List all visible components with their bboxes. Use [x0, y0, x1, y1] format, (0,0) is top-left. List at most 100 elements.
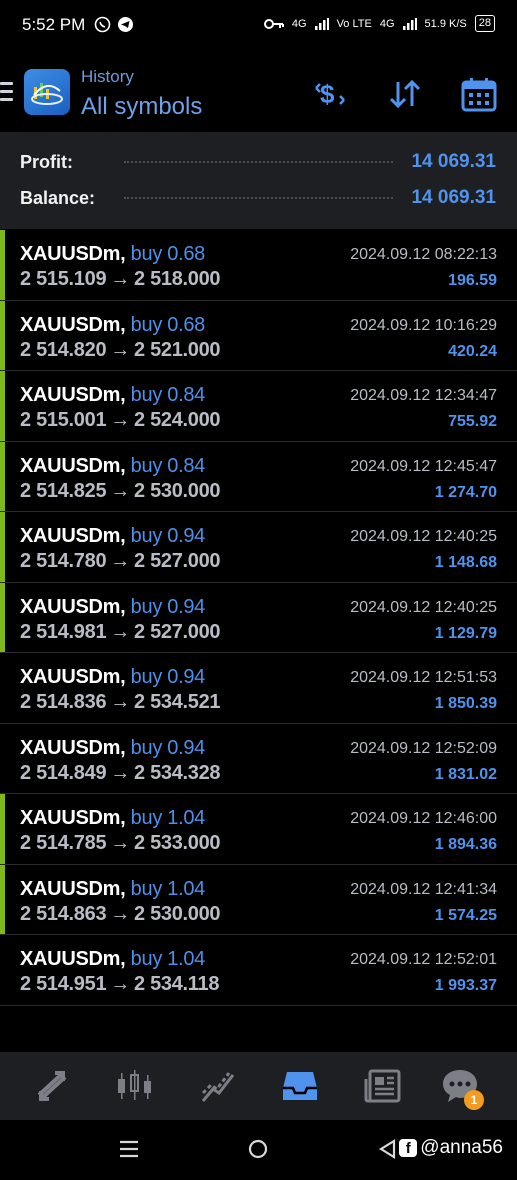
trade-row[interactable]: XAUUSDm, buy 0.68 2 515.109 → 2 518.000 2024… [0, 230, 517, 301]
trade-row[interactable]: XAUUSDm, buy 0.84 2 514.825 → 2 530.000 2024… [0, 441, 517, 512]
history-tab[interactable] [280, 1066, 320, 1106]
profit-dots [124, 161, 394, 163]
trade-symbol: XAUUSDm, [20, 384, 126, 406]
trade-side-volume: buy 0.94 [130, 666, 206, 688]
telegram-icon [118, 17, 133, 32]
recent-apps-button[interactable] [118, 1138, 140, 1165]
trade-tab[interactable] [198, 1066, 238, 1106]
price-arrow-icon: → [110, 620, 130, 643]
trade-profit: 1 850.39 [434, 695, 497, 712]
profit-label: Profit: [20, 151, 73, 172]
header-subtitle[interactable]: History [81, 67, 134, 87]
trade-side-volume: buy 0.84 [130, 454, 206, 477]
quotes-tab[interactable] [32, 1066, 72, 1106]
trade-close-price: 2 527.000 [133, 550, 221, 572]
trade-profit: 1 894.36 [434, 836, 497, 853]
price-arrow-icon: → [110, 973, 130, 995]
trade-time: 2024.09.12 08:22:13 [350, 246, 497, 263]
trade-icon [201, 1072, 235, 1102]
account-summary: Profit: 14 069.31 Balance: 14 069.31 [0, 132, 517, 229]
trade-prices: 2 514.849 → 2 534.328 [20, 761, 221, 785]
trade-time: 2024.09.12 12:41:34 [350, 880, 497, 898]
price-arrow-icon: → [110, 479, 130, 502]
trade-time: 2024.09.12 12:40:25 [350, 528, 497, 545]
svg-text:$: $ [320, 79, 335, 109]
watermark-handle: @anna56 [420, 1137, 503, 1158]
whatsapp-icon [94, 16, 111, 33]
trade-row[interactable]: XAUUSDm, buy 0.84 2 515.001 → 2 524.000 2024… [0, 371, 517, 442]
chat-tab[interactable]: 1 [440, 1066, 484, 1110]
trade-open-price: 2 514.780 [20, 550, 107, 572]
trade-close-price: 2 533.000 [133, 832, 221, 854]
trade-row[interactable]: XAUUSDm, buy 0.94 2 514.780 → 2 527.000 2024… [0, 512, 517, 583]
trade-row[interactable]: XAUUSDm, buy 0.94 2 514.836 → 2 534.521 2024… [0, 653, 517, 724]
trade-row[interactable]: XAUUSDm, buy 1.04 2 514.863 → 2 530.000 2024… [0, 864, 517, 935]
trade-close-price: 2 530.000 [133, 902, 221, 925]
trade-symbol: XAUUSDm, [20, 666, 126, 688]
trade-side-volume: buy 1.04 [130, 877, 206, 900]
trade-row[interactable]: XAUUSDm, buy 1.04 2 514.785 → 2 533.000 2024… [0, 794, 517, 865]
trade-close-price: 2 518.000 [133, 268, 221, 290]
trade-time: 2024.09.12 12:46:00 [350, 810, 497, 827]
trade-marker [0, 230, 5, 300]
system-navigation-bar: f @anna56 [0, 1120, 517, 1180]
trade-side-volume: buy 0.94 [130, 525, 206, 547]
trade-symbol: XAUUSDm, [20, 454, 126, 477]
trade-marker [0, 441, 5, 511]
trade-symbol: XAUUSDm, [20, 313, 126, 336]
price-arrow-icon: → [110, 409, 130, 431]
trade-close-price: 2 534.118 [133, 973, 220, 995]
trade-symbol-line: XAUUSDm, buy 0.94 [20, 525, 205, 548]
home-button[interactable] [247, 1138, 269, 1165]
trade-symbol-line: XAUUSDm, buy 0.84 [20, 455, 205, 478]
network-type-3: 4G [379, 17, 395, 30]
balance-value: 14 069.31 [411, 187, 496, 208]
network-speed: 51.9 K/S [425, 18, 467, 30]
quotes-icon [37, 1071, 67, 1101]
trade-open-price: 2 514.849 [20, 761, 107, 784]
chart-tab[interactable] [115, 1066, 155, 1106]
watermark: f @anna56 [399, 1137, 503, 1159]
trade-prices: 2 514.981 → 2 527.000 [20, 620, 221, 644]
back-button[interactable] [377, 1138, 399, 1165]
trade-symbol-line: XAUUSDm, buy 0.94 [20, 737, 205, 760]
calendar-icon[interactable] [461, 76, 497, 112]
trade-prices: 2 514.836 → 2 534.521 [20, 691, 221, 714]
trade-time: 2024.09.12 12:51:53 [350, 669, 497, 686]
trade-open-price: 2 515.001 [20, 409, 107, 431]
network-type-2: Vo LTE [336, 17, 372, 30]
trade-prices: 2 514.863 → 2 530.000 [20, 902, 221, 926]
chat-unread-badge: 1 [464, 1090, 484, 1110]
facebook-icon: f [399, 1139, 418, 1157]
price-arrow-icon: → [110, 832, 130, 854]
trade-profit: 1 831.02 [434, 765, 497, 783]
trade-row[interactable]: XAUUSDm, buy 0.68 2 514.820 → 2 521.000 2024… [0, 300, 517, 371]
trade-marker [0, 794, 5, 864]
deposit-filter-icon[interactable]: $ [312, 76, 348, 112]
menu-icon[interactable] [0, 82, 13, 102]
network-speed-value: 51.9 [424, 17, 446, 30]
trade-profit: 1 129.79 [434, 624, 497, 642]
price-arrow-icon: → [110, 902, 130, 925]
trade-marker [0, 582, 5, 652]
trade-symbol-line: XAUUSDm, buy 1.04 [20, 948, 205, 971]
trade-prices: 2 514.785 → 2 533.000 [20, 832, 221, 855]
sort-icon[interactable] [387, 76, 423, 112]
trade-symbol-line: XAUUSDm, buy 1.04 [20, 807, 205, 830]
trade-time: 2024.09.12 10:16:29 [350, 316, 497, 334]
trade-row[interactable]: XAUUSDm, buy 0.94 2 514.849 → 2 534.328 2024… [0, 723, 517, 794]
trade-open-price: 2 514.836 [20, 691, 107, 713]
trade-time: 2024.09.12 12:52:01 [350, 951, 497, 968]
trade-row[interactable]: XAUUSDm, buy 1.04 2 514.951 → 2 534.118 2024… [0, 935, 517, 1006]
trade-profit: 1 274.70 [434, 483, 497, 501]
trade-marker [0, 864, 5, 934]
app-header: History All symbols $ [0, 52, 517, 132]
trade-prices: 2 515.109 → 2 518.000 [20, 268, 221, 291]
trade-row[interactable]: XAUUSDm, buy 0.94 2 514.981 → 2 527.000 2024… [0, 582, 517, 653]
trade-close-price: 2 530.000 [133, 479, 221, 502]
header-title[interactable]: All symbols [81, 93, 202, 121]
news-tab[interactable] [363, 1066, 403, 1106]
trade-symbol-line: XAUUSDm, buy 0.68 [20, 314, 205, 337]
app-logo[interactable] [24, 69, 70, 115]
trade-profit: 1 574.25 [434, 906, 497, 924]
